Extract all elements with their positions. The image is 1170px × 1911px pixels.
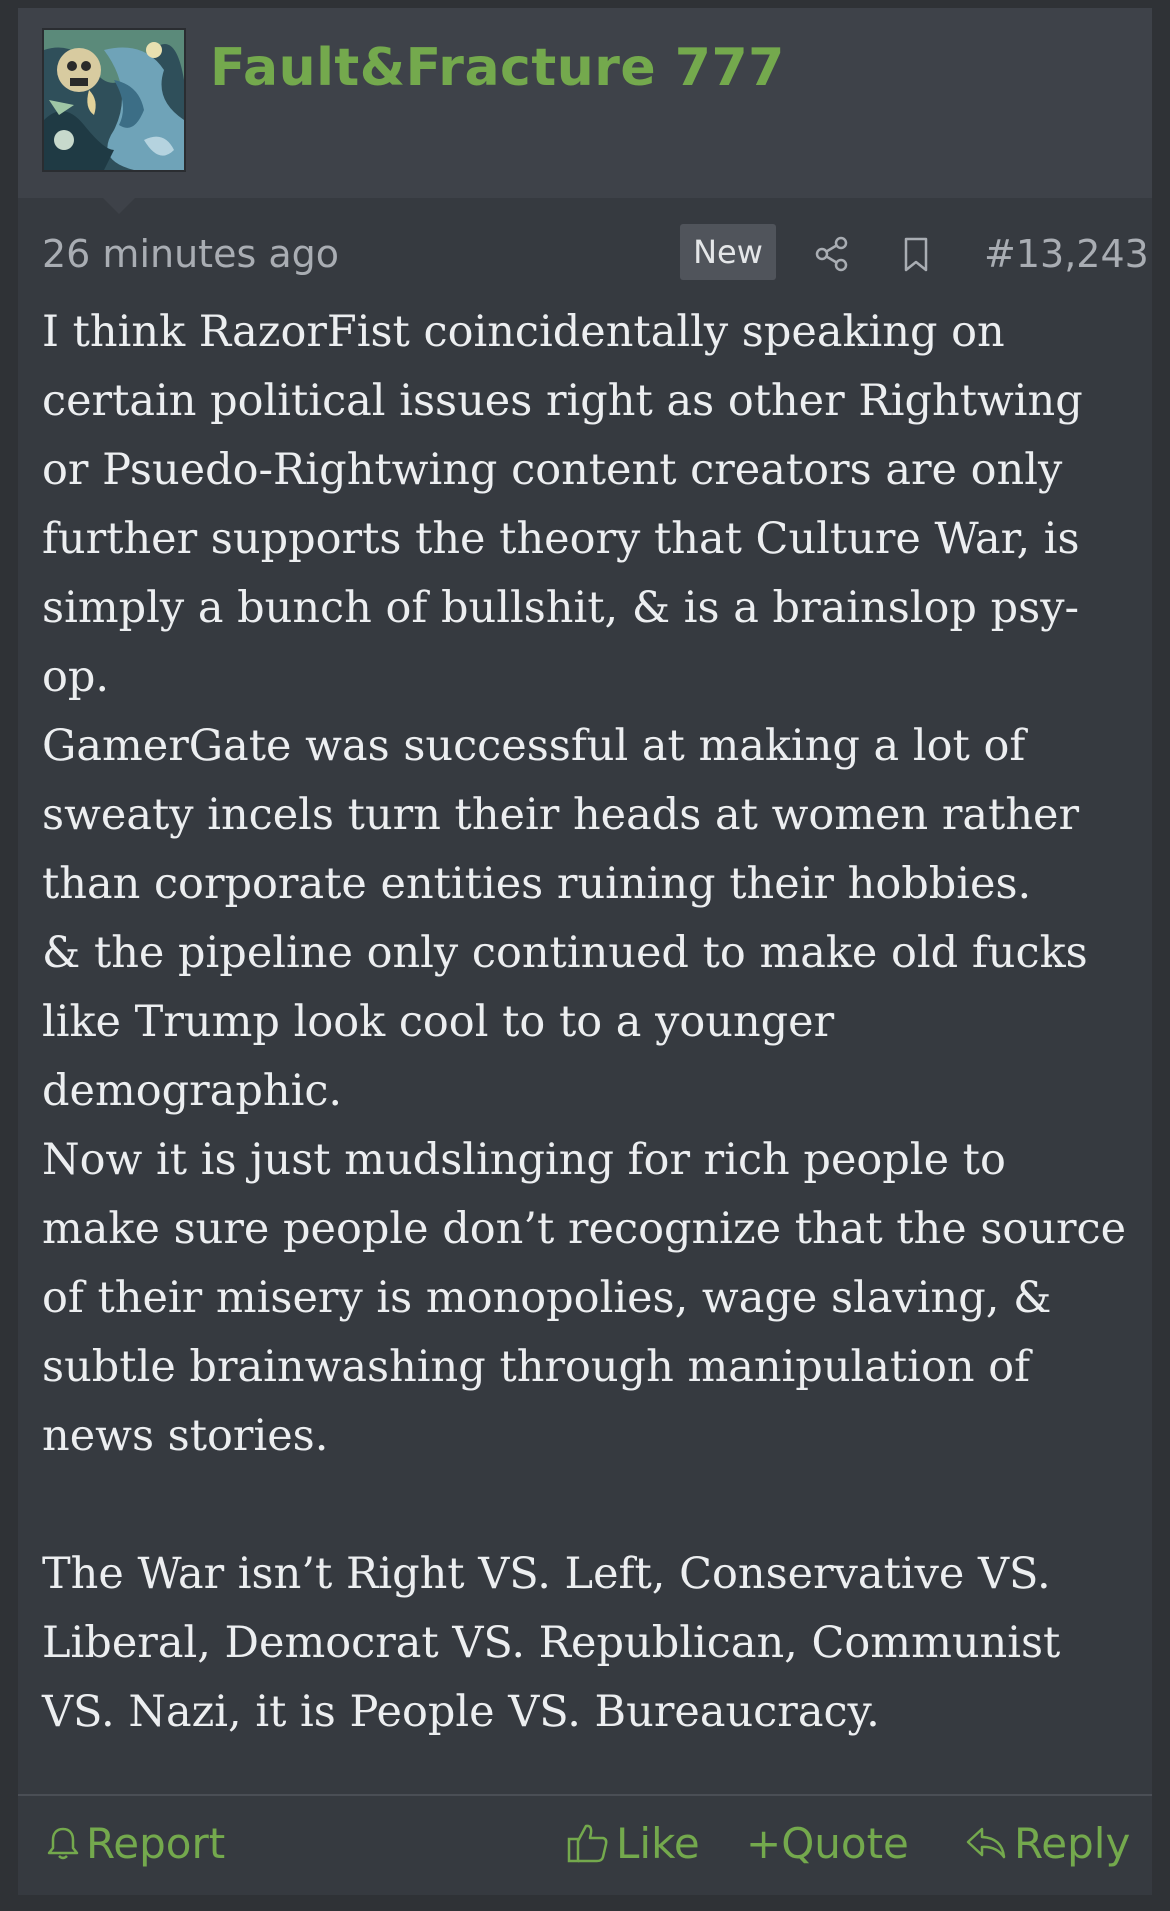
reply-button[interactable]: Reply [964, 1818, 1130, 1868]
post-paragraph: Now it is just mudslinging for rich peop… [42, 1135, 1127, 1461]
new-badge: New [680, 224, 776, 280]
post-timestamp[interactable]: 26 minutes ago [42, 232, 339, 276]
thumbs-up-icon [567, 1824, 608, 1863]
report-button[interactable]: Report [46, 1818, 225, 1868]
quote-label: +Quote [746, 1818, 909, 1868]
username-link[interactable]: Fault&Fracture 777 [210, 38, 785, 98]
post-number-link[interactable]: #13,243 [984, 232, 1149, 276]
avatar[interactable] [42, 28, 186, 172]
post-paragraph: I think RazorFist coincidentally speakin… [42, 307, 1083, 702]
share-icon[interactable] [812, 234, 852, 274]
post-body: I think RazorFist coincidentally speakin… [42, 298, 1128, 1747]
bell-icon [47, 1827, 79, 1860]
post-meta-row: 26 minutes ago New #13,243 [18, 220, 1152, 290]
like-button[interactable]: Like [566, 1818, 700, 1868]
reply-arrow-icon [966, 1827, 1006, 1859]
like-label: Like [616, 1818, 700, 1868]
header-caret [103, 198, 135, 214]
bookmark-icon[interactable] [896, 234, 936, 274]
post-paragraph: & the pipeline only continued to make ol… [42, 928, 1088, 1116]
post-paragraph: GamerGate was successful at making a lot… [42, 721, 1080, 909]
post-actions-bar: Report Like +Quote Reply [18, 1794, 1152, 1895]
forum-post: Fault&Fracture 777 26 minutes ago New #1… [18, 8, 1152, 1895]
quote-button[interactable]: +Quote [746, 1818, 909, 1868]
reply-label: Reply [1014, 1818, 1131, 1868]
avatar-artwork [44, 30, 184, 170]
post-paragraph: The War isn’t Right VS. Left, Conservati… [42, 1549, 1061, 1737]
post-user-header: Fault&Fracture 777 [18, 8, 1152, 198]
report-label: Report [86, 1818, 226, 1868]
